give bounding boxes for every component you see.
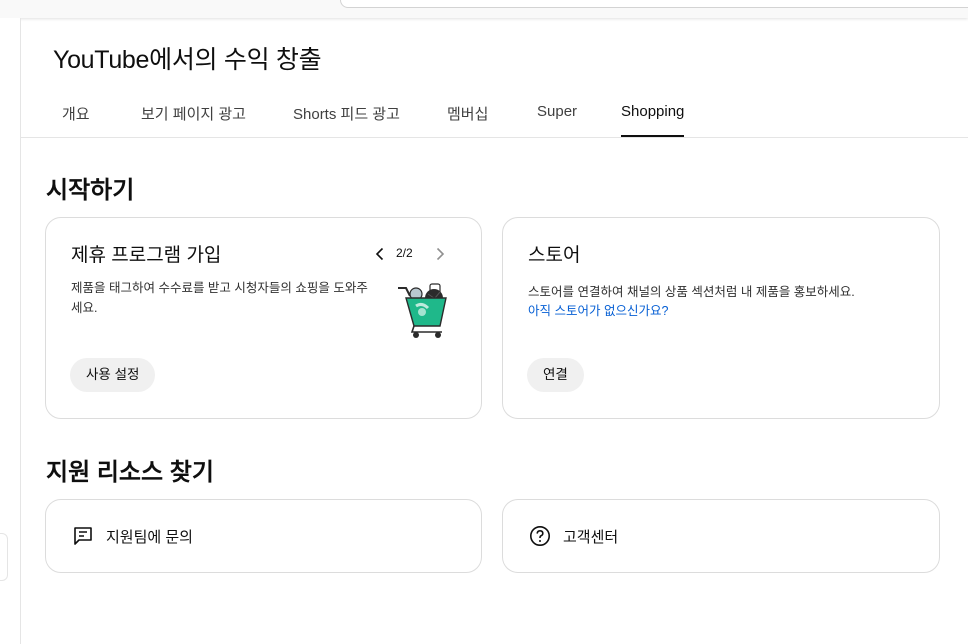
card-pager: 2/2 <box>373 244 451 264</box>
search-box-edge[interactable] <box>340 0 968 8</box>
tab-bar: 개요 보기 페이지 광고 Shorts 피드 광고 멤버십 Super Shop… <box>21 90 968 138</box>
enable-button[interactable]: 사용 설정 <box>70 358 156 392</box>
tab-watch-page-ads[interactable]: 보기 페이지 광고 <box>141 103 246 137</box>
contact-support-label: 지원팀에 문의 <box>106 528 193 546</box>
tab-shorts-feed-ads[interactable]: Shorts 피드 광고 <box>293 103 400 137</box>
tab-overview[interactable]: 개요 <box>62 103 90 137</box>
connect-button[interactable]: 연결 <box>527 358 584 392</box>
sidebar-edge <box>0 18 21 644</box>
store-card-description: 스토어를 연결하여 채널의 상품 섹션처럼 내 제품을 홍보하세요. <box>528 285 855 299</box>
feedback-icon <box>72 525 94 547</box>
shopping-cart-illustration-icon <box>394 280 450 340</box>
no-store-link[interactable]: 아직 스토어가 없으신가요? <box>528 301 668 321</box>
affiliate-card-title: 제휴 프로그램 가입 <box>71 245 222 266</box>
store-card-title: 스토어 <box>528 245 581 266</box>
contact-support-card[interactable]: 지원팀에 문의 <box>45 499 482 573</box>
pager-count: 2/2 <box>396 246 413 260</box>
tab-shopping[interactable]: Shopping <box>621 103 685 137</box>
sidebar-collapsed-item[interactable] <box>0 533 8 581</box>
contact-support-item[interactable]: 지원팀에 문의 <box>72 524 193 548</box>
affiliate-card-description: 제품을 태그하여 수수료를 받고 시청자들의 쇼핑을 도와주세요. <box>71 281 368 315</box>
tab-super[interactable]: Super <box>537 103 577 137</box>
affiliate-program-card: 제휴 프로그램 가입 2/2 제품을 태그하여 수수료를 받고 시청자들의 쇼핑… <box>45 217 482 419</box>
help-center-card[interactable]: 고객센터 <box>502 499 940 573</box>
chevron-left-icon[interactable] <box>373 246 387 262</box>
chevron-right-icon[interactable] <box>433 246 447 262</box>
help-center-label: 고객센터 <box>563 528 619 546</box>
top-header <box>0 0 968 18</box>
resources-heading: 지원 리소스 찾기 <box>46 459 214 486</box>
tab-memberships[interactable]: 멤버십 <box>447 103 488 137</box>
help-center-item[interactable]: 고객센터 <box>529 524 618 548</box>
page-title: YouTube에서의 수익 창출 <box>53 46 322 74</box>
store-card: 스토어 스토어를 연결하여 채널의 상품 섹션처럼 내 제품을 홍보하세요. 아… <box>502 217 940 419</box>
getting-started-heading: 시작하기 <box>46 177 135 204</box>
help-circle-icon <box>529 525 551 547</box>
